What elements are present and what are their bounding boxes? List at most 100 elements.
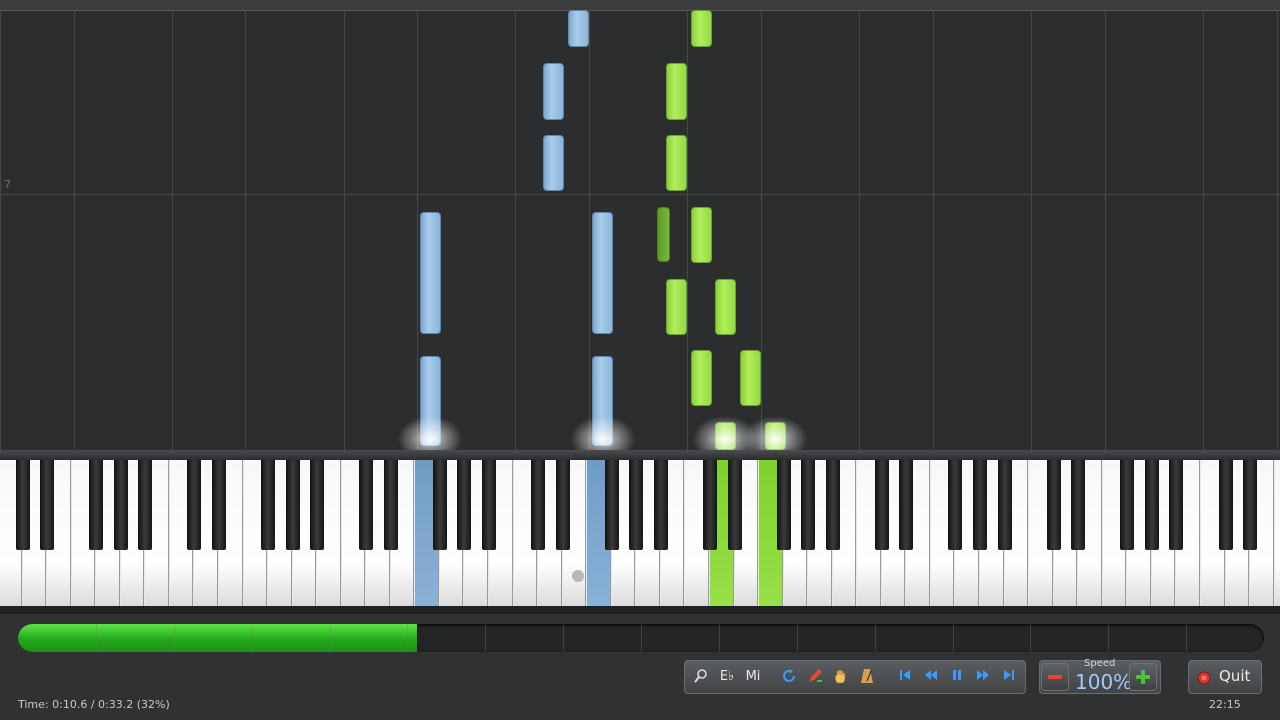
progress-tick — [96, 624, 97, 652]
keyboard-bottom-rail — [0, 606, 1280, 614]
metronome-icon[interactable] — [858, 668, 876, 686]
pause-icon[interactable] — [949, 668, 965, 686]
measure-number: 7 — [4, 178, 11, 191]
falling-note-right-hand — [666, 279, 687, 335]
black-key[interactable] — [15, 460, 30, 550]
progress-tick — [563, 624, 564, 652]
skip-start-icon[interactable] — [897, 668, 913, 686]
progress-tick — [953, 624, 954, 652]
black-key[interactable] — [653, 460, 668, 550]
grid-line — [74, 0, 75, 450]
progress-tick — [1186, 624, 1187, 652]
note-names-button[interactable]: Mi — [742, 668, 764, 686]
grid-line — [1203, 0, 1204, 450]
progress-tick — [407, 624, 408, 652]
black-key[interactable] — [973, 460, 987, 550]
black-key[interactable] — [1071, 460, 1086, 550]
black-key[interactable] — [1046, 460, 1061, 550]
black-key[interactable] — [1144, 460, 1159, 550]
black-key[interactable] — [629, 460, 644, 550]
grid-line — [761, 0, 762, 450]
progress-tick — [1030, 624, 1031, 652]
black-key[interactable] — [40, 460, 55, 550]
black-key[interactable] — [1218, 460, 1233, 550]
black-key[interactable] — [187, 460, 202, 550]
black-key[interactable] — [776, 460, 791, 550]
skip-end-icon[interactable] — [1001, 668, 1017, 686]
black-key[interactable] — [138, 460, 153, 550]
white-key[interactable] — [1274, 460, 1280, 606]
black-key[interactable] — [457, 460, 472, 550]
speed-increase-button[interactable] — [1129, 663, 1157, 691]
falling-note-right-hand — [691, 207, 712, 263]
black-key[interactable] — [702, 460, 717, 550]
speed-decrease-button[interactable] — [1041, 663, 1069, 691]
falling-note-right-hand — [691, 10, 712, 47]
black-key[interactable] — [899, 460, 914, 550]
falling-note-left-hand — [420, 212, 441, 334]
falling-note-left-hand — [568, 10, 589, 47]
black-key[interactable] — [359, 460, 374, 550]
rewind-icon[interactable] — [923, 668, 939, 686]
key-press-glow — [395, 414, 465, 450]
black-key[interactable] — [261, 460, 276, 550]
progress-tick — [875, 624, 876, 652]
black-key[interactable] — [383, 460, 398, 550]
black-key[interactable] — [432, 460, 447, 550]
progress-tick — [719, 624, 720, 652]
black-key[interactable] — [531, 460, 546, 550]
middle-c-marker — [572, 570, 584, 582]
black-key[interactable] — [948, 460, 963, 550]
key-press-glow — [568, 414, 638, 450]
roll-top-strip — [0, 0, 1280, 11]
grid-line — [589, 0, 590, 450]
black-key[interactable] — [482, 460, 496, 550]
loop-icon[interactable] — [780, 668, 798, 686]
clock: 22:15 — [1209, 698, 1241, 711]
black-key[interactable] — [1243, 460, 1258, 550]
pencil-icon[interactable] — [806, 668, 824, 686]
speed-value: 100% — [1075, 670, 1133, 694]
plus-icon — [1136, 670, 1150, 684]
piano-keyboard[interactable] — [0, 460, 1280, 608]
song-progress-bar[interactable] — [18, 624, 1264, 652]
grid-line — [1105, 0, 1106, 450]
progress-tick — [1108, 624, 1109, 652]
grid-line — [172, 0, 173, 450]
hand-icon[interactable] — [832, 668, 850, 686]
progress-tick — [797, 624, 798, 652]
falling-note-right-hand — [666, 135, 687, 191]
grid-line — [417, 0, 418, 450]
black-key[interactable] — [1169, 460, 1184, 550]
black-key[interactable] — [604, 460, 619, 550]
falling-note-right-hand — [691, 350, 712, 406]
falling-note-right-hand — [666, 63, 687, 120]
piano-roll: 7 — [0, 0, 1280, 450]
black-key[interactable] — [211, 460, 226, 550]
zoom-icon[interactable] — [693, 668, 709, 686]
quit-label[interactable]: Quit — [1219, 667, 1250, 685]
fast-forward-icon[interactable] — [975, 668, 991, 686]
black-key[interactable] — [89, 460, 104, 550]
black-key[interactable] — [874, 460, 889, 550]
black-key[interactable] — [310, 460, 325, 550]
stop-icon — [1197, 670, 1211, 689]
black-key[interactable] — [997, 460, 1012, 550]
black-key[interactable] — [1120, 460, 1135, 550]
key-press-glow — [740, 414, 810, 450]
grid-line — [0, 0, 1, 450]
black-key[interactable] — [555, 460, 570, 550]
black-key[interactable] — [727, 460, 742, 550]
black-key[interactable] — [825, 460, 840, 550]
falling-note-left-hand — [543, 135, 564, 191]
key-signature-button[interactable]: E♭ — [716, 668, 738, 686]
grid-line — [515, 0, 516, 450]
progress-tick — [641, 624, 642, 652]
time-readout: Time: 0:10.6 / 0:33.2 (32%) — [18, 698, 170, 711]
black-key[interactable] — [285, 460, 300, 550]
black-key[interactable] — [113, 460, 128, 550]
black-key[interactable] — [801, 460, 816, 550]
measure-line — [0, 194, 1280, 195]
grid-line — [1277, 0, 1278, 450]
speed-title: Speed — [1084, 658, 1116, 669]
